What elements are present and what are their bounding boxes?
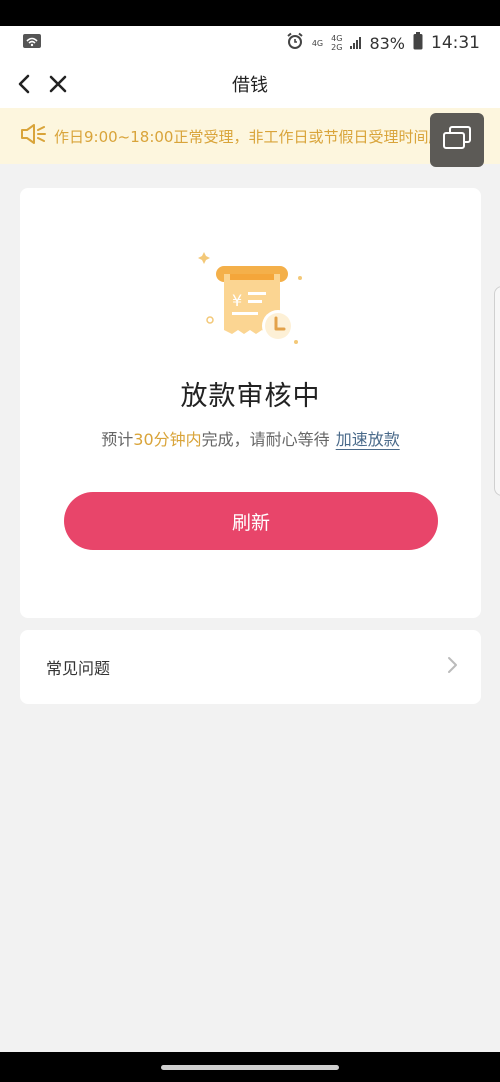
nav-bar: 借钱 xyxy=(0,60,500,108)
signal-icon xyxy=(350,37,362,49)
eta-suffix: 完成，请耐心等待 xyxy=(201,430,330,449)
alarm-icon xyxy=(286,32,304,54)
chevron-right-icon xyxy=(447,656,459,678)
svg-text:¥: ¥ xyxy=(232,291,242,310)
network-type-2: 4G xyxy=(331,34,343,43)
status-bar: 4G 4G 2G 83% 14:31 xyxy=(0,26,500,60)
notice-text: 作日9:00~18:00正常受理，非工作日或节假日受理时间顺 xyxy=(54,127,444,146)
side-drawer-handle[interactable] xyxy=(494,286,500,496)
review-card: ¥ 放款审核中 预计30分钟内完成，请耐心等待 加速放款 刷新 xyxy=(20,188,481,618)
faq-label: 常见问题 xyxy=(46,659,111,678)
eta-highlight: 30分钟内 xyxy=(133,430,202,449)
page-title: 借钱 xyxy=(232,75,268,96)
speed-up-link[interactable]: 加速放款 xyxy=(336,430,400,449)
wifi-icon xyxy=(22,33,42,53)
notice-bar: 作日9:00~18:00正常受理，非工作日或节假日受理时间顺 xyxy=(0,108,500,164)
receipt-clock-icon: ¥ xyxy=(196,250,306,350)
window-switch-button[interactable] xyxy=(430,113,484,167)
eta-prefix: 预计 xyxy=(101,430,134,449)
signal-label-1: 4G xyxy=(312,39,323,48)
review-status-title: 放款审核中 xyxy=(180,381,321,412)
network-type-1: 4G xyxy=(311,38,324,48)
refresh-button[interactable]: 刷新 xyxy=(64,492,438,550)
speaker-icon xyxy=(20,123,46,149)
review-status-subtitle: 预计30分钟内完成，请耐心等待 加速放款 xyxy=(20,426,481,450)
faq-row[interactable]: 常见问题 xyxy=(20,630,481,704)
chevron-left-icon[interactable] xyxy=(10,70,38,98)
battery-icon xyxy=(413,32,423,54)
clock: 14:31 xyxy=(431,33,480,53)
network-type-3: 2G xyxy=(331,43,343,52)
signal-label-2: 4G 2G xyxy=(331,34,342,52)
close-icon[interactable] xyxy=(44,70,72,98)
top-bezel xyxy=(0,0,500,26)
home-indicator[interactable] xyxy=(161,1065,339,1070)
window-switch-icon xyxy=(442,125,472,155)
battery-percent: 83% xyxy=(369,33,405,53)
